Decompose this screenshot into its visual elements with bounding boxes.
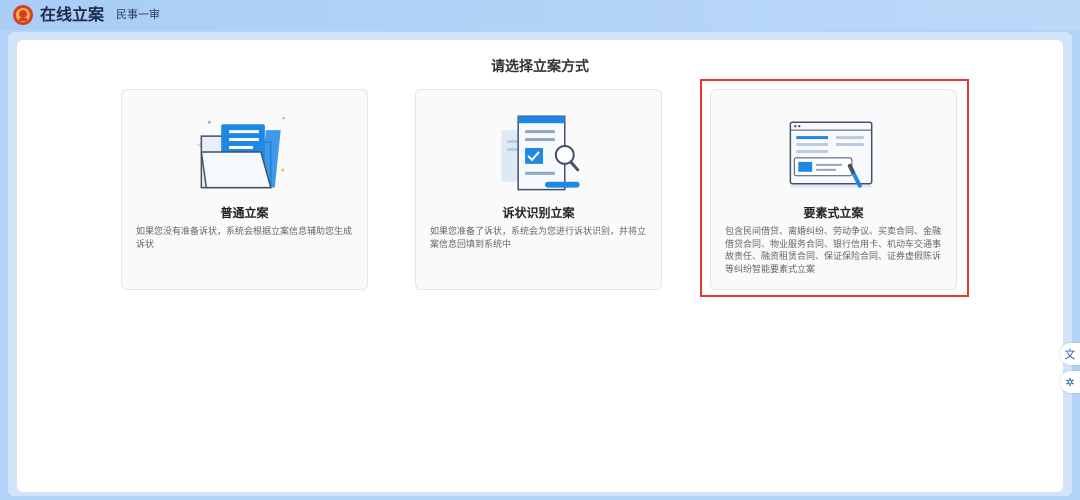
- folder-documents-icon: [195, 117, 285, 189]
- card-description: 包含民间借贷、离婚纠纷、劳动争议、买卖合同、金融借贷合同、物业服务合同、银行信用…: [725, 227, 942, 275]
- card-description: 如果您准备了诉状，系统会为您进行诉状识别，并将立案信息回填到系统中: [430, 227, 647, 250]
- card-normal-filing[interactable]: 普通立案 如果您没有准备诉状，系统会根据立案信息辅助您生成诉状: [121, 89, 368, 290]
- form-screen-pen-icon: [789, 121, 873, 188]
- card-description: 如果您没有准备诉状，系统会根据立案信息辅助您生成诉状: [136, 227, 353, 250]
- card-element-based-filing[interactable]: 要素式立案 包含民间借贷、离婚纠纷、劳动争议、买卖合同、金融借贷合同、物业服务合…: [710, 89, 957, 290]
- translate-icon[interactable]: 文: [1060, 343, 1080, 365]
- page-heading: 请选择立案方式: [491, 59, 589, 75]
- assistant-icon[interactable]: ✲: [1060, 371, 1080, 393]
- app-subtitle: 民事一审: [116, 8, 160, 21]
- court-emblem-icon: [13, 5, 33, 25]
- card-complaint-recognition-filing[interactable]: 诉状识别立案 如果您准备了诉状，系统会为您进行诉状识别，并将立案信息回填到系统中: [415, 89, 662, 290]
- card-title: 普通立案: [220, 206, 269, 220]
- document-scan-icon: [501, 115, 580, 191]
- card-title: 诉状识别立案: [502, 206, 575, 220]
- top-bar: 在线立案 民事一审: [0, 0, 1080, 30]
- app-title: 在线立案: [40, 5, 105, 24]
- card-title: 要素式立案: [803, 206, 864, 220]
